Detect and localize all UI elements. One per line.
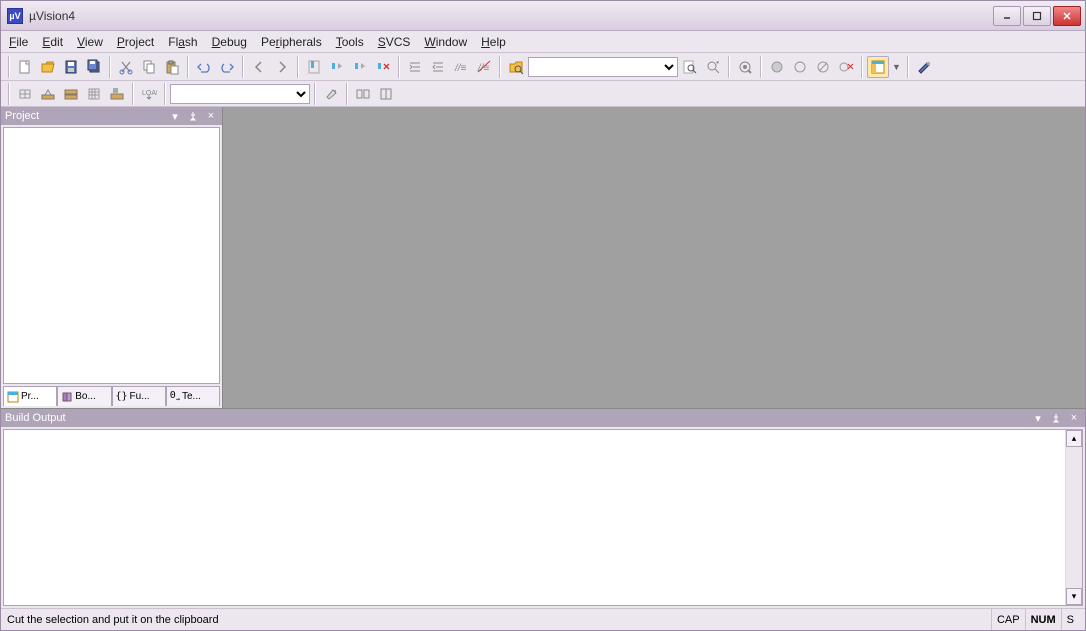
tab-project[interactable]: Pr... — [3, 386, 57, 406]
menu-file[interactable]: File — [9, 35, 28, 49]
scroll-up-icon[interactable]: ▴ — [1066, 430, 1082, 447]
cut-button[interactable] — [115, 56, 137, 78]
save-button[interactable] — [60, 56, 82, 78]
titlebar: µV µVision4 — [1, 1, 1085, 31]
maximize-button[interactable] — [1023, 6, 1051, 26]
menu-peripherals[interactable]: Peripherals — [261, 35, 322, 49]
close-button[interactable] — [1053, 6, 1081, 26]
paste-button[interactable] — [161, 56, 183, 78]
toolbar-build: LOAD — [1, 81, 1085, 107]
menubar: File Edit View Project Flash Debug Perip… — [1, 31, 1085, 53]
open-button[interactable] — [37, 56, 59, 78]
nav-back-button[interactable] — [248, 56, 270, 78]
uncomment-button[interactable]: //≡ — [473, 56, 495, 78]
manage-components-button[interactable] — [352, 83, 374, 105]
panel-close-icon[interactable]: × — [204, 109, 218, 123]
find-button[interactable] — [679, 56, 701, 78]
tab-books[interactable]: Bo... — [57, 386, 111, 406]
project-tabs: Pr... Bo... {}Fu... 0→Te... — [1, 386, 222, 408]
app-icon: µV — [7, 8, 23, 24]
project-panel: Project ▾ × Pr... Bo... {}Fu... 0→Te... — [1, 107, 223, 408]
target-options-button[interactable] — [320, 83, 342, 105]
menu-view[interactable]: View — [77, 35, 103, 49]
rebuild-button[interactable] — [60, 83, 82, 105]
project-panel-title: Project — [5, 110, 39, 122]
new-file-button[interactable] — [14, 56, 36, 78]
svg-text://≡: //≡ — [454, 63, 467, 74]
statusbar: Cut the selection and put it on the clip… — [1, 608, 1085, 630]
menu-flash[interactable]: Flash — [168, 35, 197, 49]
download-button[interactable]: LOAD — [138, 83, 160, 105]
status-scrl: S — [1061, 609, 1079, 630]
status-num: NUM — [1025, 609, 1061, 630]
build-scrollbar[interactable]: ▴ ▾ — [1065, 430, 1082, 605]
indent-button[interactable] — [404, 56, 426, 78]
build-button[interactable] — [37, 83, 59, 105]
bookmark-toggle-button[interactable] — [303, 56, 325, 78]
save-all-button[interactable] — [83, 56, 105, 78]
breakpoint-kill-button[interactable] — [835, 56, 857, 78]
tab-functions[interactable]: {}Fu... — [112, 386, 166, 406]
window-title: µVision4 — [29, 9, 993, 23]
bookmark-clear-button[interactable] — [372, 56, 394, 78]
incremental-find-button[interactable] — [702, 56, 724, 78]
nav-forward-button[interactable] — [271, 56, 293, 78]
breakpoint-disable-button[interactable] — [812, 56, 834, 78]
debug-button[interactable] — [734, 56, 756, 78]
comment-button[interactable]: //≡ — [450, 56, 472, 78]
window-controls — [993, 6, 1081, 26]
menu-project[interactable]: Project — [117, 35, 154, 49]
window-layout-button[interactable] — [867, 56, 889, 78]
menu-edit[interactable]: Edit — [42, 35, 63, 49]
bookmark-prev-button[interactable] — [326, 56, 348, 78]
undo-button[interactable] — [193, 56, 215, 78]
minimize-button[interactable] — [993, 6, 1021, 26]
tab-templates[interactable]: 0→Te... — [166, 386, 220, 406]
manage-books-button[interactable] — [375, 83, 397, 105]
breakpoint-enable-button[interactable] — [789, 56, 811, 78]
menu-window[interactable]: Window — [424, 35, 467, 49]
panel-pin-icon[interactable] — [186, 109, 200, 123]
redo-button[interactable] — [216, 56, 238, 78]
workspace: Project ▾ × Pr... Bo... {}Fu... 0→Te... — [1, 107, 1085, 408]
window-layout-dropdown[interactable]: ▼ — [890, 62, 903, 72]
translate-button[interactable] — [14, 83, 36, 105]
breakpoint-insert-button[interactable] — [766, 56, 788, 78]
project-panel-header: Project ▾ × — [1, 107, 222, 125]
stop-build-button[interactable] — [106, 83, 128, 105]
build-output-text[interactable] — [4, 430, 1065, 605]
project-tree[interactable] — [3, 127, 220, 384]
build-panel-title: Build Output — [5, 412, 66, 424]
build-output-panel: Build Output ▾ × ▴ ▾ — [1, 408, 1085, 608]
toolbar-main: //≡ //≡ ▼ — [1, 53, 1085, 81]
editor-area — [223, 107, 1085, 408]
build-panel-pin-icon[interactable] — [1049, 411, 1063, 425]
menu-debug[interactable]: Debug — [212, 35, 247, 49]
menu-help[interactable]: Help — [481, 35, 506, 49]
copy-button[interactable] — [138, 56, 160, 78]
target-select[interactable] — [170, 84, 310, 104]
build-panel-header: Build Output ▾ × — [1, 409, 1085, 427]
outdent-button[interactable] — [427, 56, 449, 78]
status-text: Cut the selection and put it on the clip… — [7, 614, 991, 626]
batch-build-button[interactable] — [83, 83, 105, 105]
scroll-down-icon[interactable]: ▾ — [1066, 588, 1082, 605]
svg-text://≡: //≡ — [477, 63, 490, 74]
menu-tools[interactable]: Tools — [336, 35, 364, 49]
panel-menu-icon[interactable]: ▾ — [168, 109, 182, 123]
build-panel-close-icon[interactable]: × — [1067, 411, 1081, 425]
status-cap: CAP — [991, 609, 1025, 630]
configure-button[interactable] — [913, 56, 935, 78]
bookmark-next-button[interactable] — [349, 56, 371, 78]
find-in-files-button[interactable] — [505, 56, 527, 78]
build-panel-menu-icon[interactable]: ▾ — [1031, 411, 1045, 425]
menu-svcs[interactable]: SVCS — [378, 35, 411, 49]
find-combo[interactable] — [528, 57, 678, 77]
